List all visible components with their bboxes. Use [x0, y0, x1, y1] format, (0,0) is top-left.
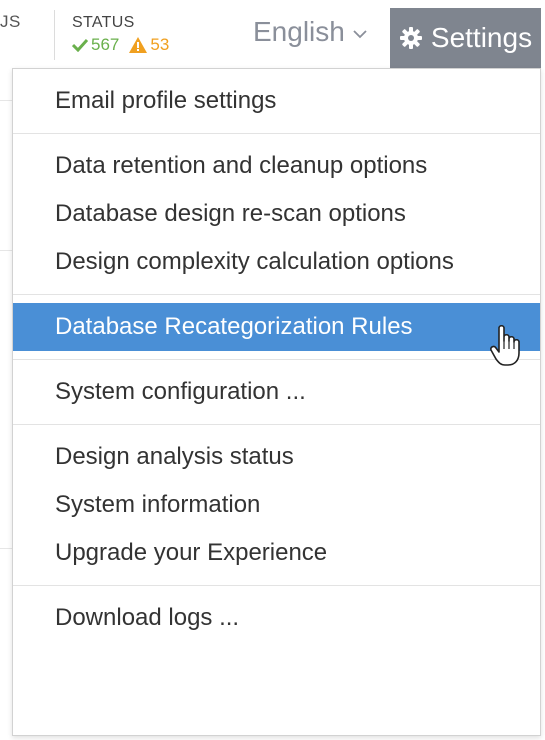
- settings-button[interactable]: Settings: [390, 8, 541, 68]
- chevron-down-icon: [353, 30, 367, 39]
- warning-icon: [129, 37, 148, 53]
- ok-count: 567: [72, 34, 119, 56]
- status-counts: 567 53: [72, 34, 169, 56]
- ok-count-value: 567: [91, 35, 120, 54]
- menu-item-label: Database Recategorization Rules: [55, 313, 413, 340]
- language-selected: English: [253, 16, 345, 47]
- menu-item-design-complexity[interactable]: Design complexity calculation options: [13, 238, 540, 286]
- menu-item-database-recategorization-rules[interactable]: Database Recategorization Rules: [13, 303, 540, 366]
- menu-group: Email profile settings: [13, 69, 540, 133]
- warning-count-value: 53: [150, 35, 170, 54]
- gear-icon: [399, 27, 422, 49]
- settings-dropdown-menu: Email profile settings Data retention an…: [12, 68, 541, 736]
- menu-group: Design analysis status System informatio…: [13, 425, 540, 585]
- menu-group: Database Recategorization Rules: [13, 295, 540, 366]
- menu-group: System configuration ...: [13, 360, 540, 424]
- hand-pointer-icon: [490, 324, 520, 366]
- menu-group: Download logs ...: [13, 586, 540, 650]
- status-indicator[interactable]: STATUS 567 53: [72, 14, 169, 56]
- menu-item-download-logs[interactable]: Download logs ...: [13, 594, 540, 642]
- language-selector[interactable]: English: [253, 16, 367, 48]
- settings-label: Settings: [430, 22, 533, 53]
- menu-item-data-retention[interactable]: Data retention and cleanup options: [13, 142, 540, 190]
- menu-item-upgrade-experience[interactable]: Upgrade your Experience: [13, 529, 540, 577]
- menu-item-design-analysis-status[interactable]: Design analysis status: [13, 433, 540, 481]
- menu-item-system-information[interactable]: System information: [13, 481, 540, 529]
- header-divider: [54, 10, 55, 60]
- menu-item-system-configuration[interactable]: System configuration ...: [13, 368, 540, 416]
- menu-item-email-profile-settings[interactable]: Email profile settings: [13, 77, 540, 125]
- menu-group: Data retention and cleanup options Datab…: [13, 134, 540, 294]
- menu-item-database-design-rescan[interactable]: Database design re-scan options: [13, 190, 540, 238]
- check-icon: [72, 38, 88, 52]
- status-label: STATUS: [72, 14, 135, 31]
- warning-count: 53: [129, 34, 169, 56]
- truncated-header-text: JS: [0, 12, 21, 31]
- top-bar: JS STATUS 567 53 English Settings: [0, 0, 545, 68]
